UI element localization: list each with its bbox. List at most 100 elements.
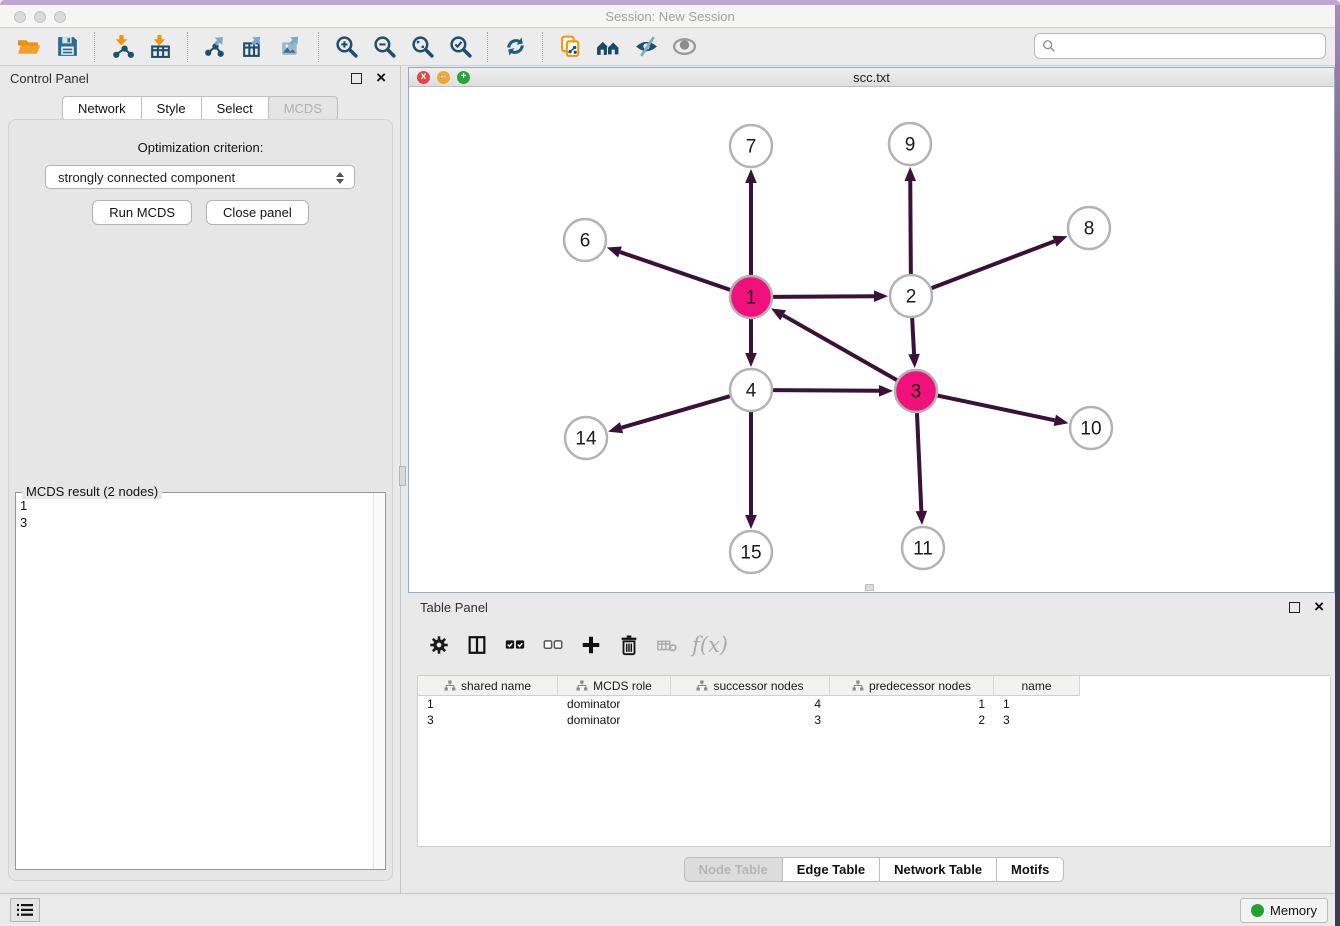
table-cell[interactable]: 3 (671, 712, 830, 728)
node-table[interactable]: shared nameMCDS rolesuccessor nodesprede… (417, 675, 1331, 847)
graph-edge[interactable] (910, 181, 911, 274)
open-session-button[interactable] (13, 32, 45, 62)
memory-label: Memory (1270, 903, 1317, 918)
result-scrollbar[interactable] (373, 493, 385, 869)
delete-table-button[interactable] (654, 632, 680, 658)
network-canvas[interactable]: 7968124314101511 (409, 87, 1334, 592)
export-network-button[interactable] (199, 32, 231, 62)
import-network-button[interactable] (106, 32, 138, 62)
edge-arrowhead (745, 515, 757, 529)
column-header-successor-nodes[interactable]: successor nodes (671, 676, 830, 696)
close-panel-button[interactable]: Close panel (206, 200, 309, 225)
edge-arrowhead (1052, 236, 1067, 247)
graph-edge[interactable] (783, 315, 897, 380)
canvas-grip[interactable] (865, 584, 874, 591)
column-header-name[interactable]: name (994, 676, 1080, 696)
float-panel-icon[interactable] (351, 73, 362, 84)
graph-edge[interactable] (773, 296, 874, 297)
list-icon (17, 903, 33, 917)
network-window-titlebar[interactable]: x – + scc.txt (409, 68, 1334, 87)
memory-status-icon (1251, 904, 1264, 917)
close-panel-icon[interactable]: × (376, 68, 386, 88)
zoom-out-button[interactable] (368, 32, 400, 62)
close-table-panel-icon[interactable]: × (1314, 597, 1324, 617)
graph-edge[interactable] (620, 252, 730, 290)
column-header-MCDS-role[interactable]: MCDS role (558, 676, 671, 696)
edge-arrowhead (745, 353, 757, 367)
table-cell[interactable]: dominator (558, 712, 671, 728)
column-settings-button[interactable] (426, 632, 452, 658)
table-cell[interactable]: 1 (994, 696, 1080, 712)
control-panel-title: Control Panel (10, 71, 89, 86)
node-label: 4 (746, 381, 757, 402)
table-tabs: Node Table Edge Table Network Table Moti… (408, 857, 1340, 882)
import-table-button[interactable] (144, 32, 176, 62)
table-body[interactable]: 1dominator4113dominator323 (418, 696, 1330, 728)
graph-edge[interactable] (773, 390, 879, 391)
table-row[interactable]: 3dominator323 (418, 712, 1330, 728)
table-toolbar: f(x) (426, 627, 728, 663)
toolbar-separator (487, 32, 488, 62)
tab-network-table[interactable]: Network Table (880, 857, 997, 882)
delete-column-button[interactable] (616, 632, 642, 658)
table-row[interactable]: 1dominator411 (418, 696, 1330, 712)
float-table-panel-icon[interactable] (1289, 602, 1300, 613)
export-table-button[interactable] (237, 32, 269, 62)
run-mcds-button[interactable]: Run MCDS (92, 200, 192, 225)
add-column-button[interactable] (578, 632, 604, 658)
splitter-grip[interactable] (399, 466, 406, 486)
toggle-panel-button[interactable] (464, 632, 490, 658)
tab-mcds[interactable]: MCDS (269, 96, 338, 121)
eye-icon (672, 34, 697, 59)
tab-select[interactable]: Select (202, 96, 269, 121)
column-header-shared-name[interactable]: shared name (418, 676, 558, 696)
export-image-button[interactable] (275, 32, 307, 62)
deselect-all-button[interactable] (540, 632, 566, 658)
node-label: 7 (746, 137, 757, 158)
graph-edge[interactable] (917, 413, 921, 511)
main-toolbar (0, 28, 1340, 66)
tree-icon (696, 680, 708, 692)
tab-style[interactable]: Style (142, 96, 202, 121)
table-header-row[interactable]: shared nameMCDS rolesuccessor nodesprede… (418, 676, 1330, 696)
table-cell[interactable]: 1 (418, 696, 558, 712)
search-box[interactable] (1034, 33, 1326, 59)
window-frame-right (1335, 5, 1340, 926)
graph-edge[interactable] (938, 396, 1055, 421)
table-cell[interactable]: dominator (558, 696, 671, 712)
zoom-in-button[interactable] (330, 32, 362, 62)
clone-network-button[interactable] (554, 32, 586, 62)
node-label: 14 (575, 429, 597, 450)
tab-motifs[interactable]: Motifs (997, 857, 1064, 882)
birds-eye-view-button[interactable] (668, 32, 700, 62)
graph-edge[interactable] (622, 396, 730, 428)
table-cell[interactable]: 2 (830, 712, 994, 728)
zoom-selected-button[interactable] (444, 32, 476, 62)
graph-edge[interactable] (912, 318, 914, 354)
criterion-select[interactable]: strongly connected component (45, 165, 355, 189)
table-cell[interactable]: 3 (994, 712, 1080, 728)
fit-content-button[interactable] (406, 32, 438, 62)
tab-node-table[interactable]: Node Table (684, 857, 783, 882)
column-header-predecessor-nodes[interactable]: predecessor nodes (830, 676, 994, 696)
apply-layout-button[interactable] (499, 32, 531, 62)
graph-svg: 7968124314101511 (409, 87, 1334, 592)
export-image-icon (279, 34, 304, 59)
show-all-networks-button[interactable] (592, 32, 624, 62)
graph-edge[interactable] (932, 241, 1055, 288)
table-cell[interactable]: 1 (830, 696, 994, 712)
task-history-button[interactable] (10, 898, 40, 922)
edge-arrowhead (1054, 415, 1069, 426)
zoom-in-icon (334, 34, 359, 59)
table-cell[interactable]: 4 (671, 696, 830, 712)
select-all-button[interactable] (502, 632, 528, 658)
search-input[interactable] (1056, 39, 1325, 54)
tab-edge-table[interactable]: Edge Table (783, 857, 880, 882)
table-cell[interactable]: 3 (418, 712, 558, 728)
hide-graphics-details-button[interactable] (630, 32, 662, 62)
tab-network[interactable]: Network (62, 96, 142, 121)
save-session-button[interactable] (51, 32, 83, 62)
edge-arrowhead (745, 169, 757, 183)
memory-button[interactable]: Memory (1240, 898, 1328, 923)
function-builder-button[interactable]: f(x) (692, 633, 728, 657)
